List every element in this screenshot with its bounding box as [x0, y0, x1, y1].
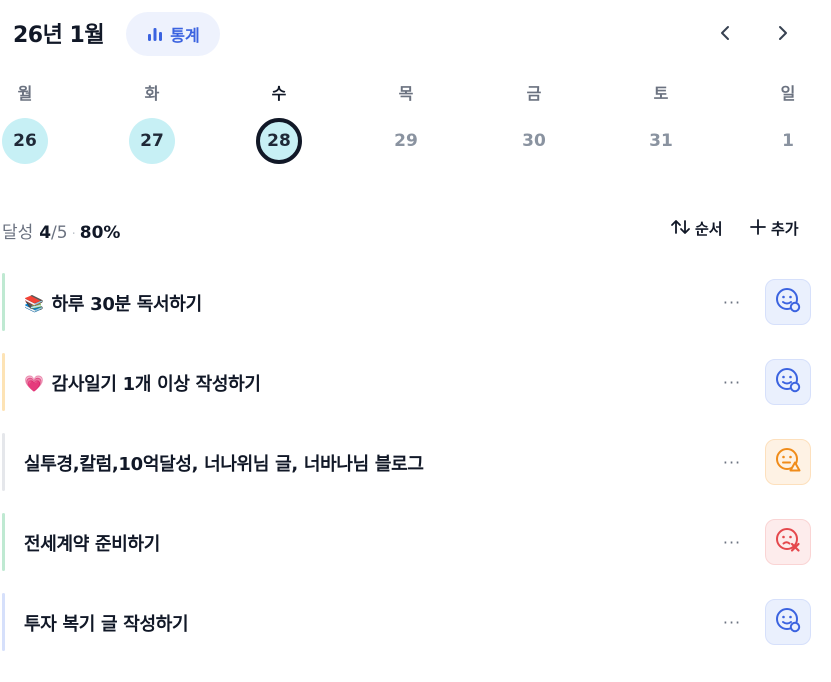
task-item[interactable]: 전세계약 준비하기 ···	[0, 513, 831, 571]
weekday-sun: 일	[780, 84, 796, 103]
plus-icon	[750, 218, 766, 239]
sort-label: 순서	[695, 220, 723, 238]
more-options-button[interactable]: ···	[717, 607, 747, 637]
summary-bar: 달성 4/5 · 80% 순서 추가	[0, 216, 831, 244]
weekday-thu: 목	[398, 84, 414, 103]
task-item[interactable]: 💗 감사일기 1개 이상 작성하기 ···	[0, 353, 831, 411]
neutral-warning-icon	[774, 446, 802, 478]
task-status-button[interactable]	[765, 439, 811, 485]
sort-icon	[670, 219, 692, 239]
month-title: 26년 1월	[13, 23, 105, 48]
smile-done-icon	[774, 366, 802, 398]
task-status-button[interactable]	[765, 599, 811, 645]
task-title-text: 투자 복기 글 작성하기	[24, 614, 189, 635]
achievement-total: /5	[51, 223, 68, 243]
achievement-summary: 달성 4/5 · 80%	[2, 218, 120, 243]
task-title: 전세계약 준비하기	[24, 530, 160, 556]
task-title: 💗 감사일기 1개 이상 작성하기	[24, 370, 261, 396]
achievement-percent: 80%	[79, 223, 121, 243]
date-cell-today[interactable]: 28	[256, 118, 302, 164]
stats-label: 통계	[170, 26, 200, 45]
heart-emoji-icon: 💗	[24, 373, 44, 393]
weekday-mon: 월	[17, 84, 33, 103]
task-color-bar	[2, 433, 5, 491]
date-cell[interactable]: 31	[638, 118, 684, 164]
weekday-row: 월 화 수 목 금 토 일	[0, 80, 831, 106]
date-cell[interactable]: 30	[511, 118, 557, 164]
weekday-wed: 수	[271, 84, 287, 103]
more-options-button[interactable]: ···	[717, 447, 747, 477]
prev-week-button[interactable]	[710, 20, 740, 50]
task-color-bar	[2, 593, 5, 651]
task-item[interactable]: 📚 하루 30분 독서하기 ···	[0, 273, 831, 331]
task-color-bar	[2, 353, 5, 411]
chevron-right-icon	[776, 25, 790, 45]
bar-chart-icon	[146, 25, 164, 43]
task-title-text: 전세계약 준비하기	[24, 534, 161, 555]
task-status-button[interactable]	[765, 519, 811, 565]
sort-button[interactable]: 순서	[670, 218, 723, 239]
achievement-label: 달성	[2, 223, 34, 243]
separator-dot: ·	[71, 227, 76, 242]
date-cell[interactable]: 1	[765, 118, 811, 164]
more-options-button[interactable]: ···	[717, 527, 747, 557]
weekday-fri: 금	[526, 84, 542, 103]
smile-done-icon	[774, 606, 802, 638]
task-item[interactable]: 실투경,칼럼,10억달성, 너나위님 글, 너바나님 블로그 ···	[0, 433, 831, 491]
chevron-left-icon	[718, 25, 732, 45]
date-row: 26 27 28 29 30 31 1	[0, 118, 831, 168]
achievement-done: 4	[39, 223, 52, 243]
weekday-tue: 화	[144, 84, 160, 103]
smile-done-icon	[774, 286, 802, 318]
task-status-button[interactable]	[765, 359, 811, 405]
task-title: 투자 복기 글 작성하기	[24, 610, 189, 636]
next-week-button[interactable]	[768, 20, 798, 50]
calendar-header: 26년 1월 통계	[0, 0, 831, 70]
add-label: 추가	[771, 220, 799, 238]
weekday-sat: 토	[653, 84, 669, 103]
task-status-button[interactable]	[765, 279, 811, 325]
task-title-text: 실투경,칼럼,10억달성, 너나위님 글, 너바나님 블로그	[24, 454, 424, 475]
task-item[interactable]: 투자 복기 글 작성하기 ···	[0, 593, 831, 651]
stats-button[interactable]: 통계	[126, 12, 220, 56]
date-cell[interactable]: 27	[129, 118, 175, 164]
task-color-bar	[2, 513, 5, 571]
date-cell[interactable]: 29	[383, 118, 429, 164]
more-options-button[interactable]: ···	[717, 367, 747, 397]
sad-fail-icon	[774, 526, 802, 558]
task-color-bar	[2, 273, 5, 331]
task-title-text: 감사일기 1개 이상 작성하기	[51, 374, 261, 395]
task-title-text: 하루 30분 독서하기	[51, 294, 203, 315]
books-emoji-icon: 📚	[24, 293, 44, 313]
task-title: 📚 하루 30분 독서하기	[24, 290, 202, 316]
task-title: 실투경,칼럼,10억달성, 너나위님 글, 너바나님 블로그	[24, 450, 424, 476]
more-options-button[interactable]: ···	[717, 287, 747, 317]
add-button[interactable]: 추가	[750, 218, 799, 239]
date-cell[interactable]: 26	[2, 118, 48, 164]
